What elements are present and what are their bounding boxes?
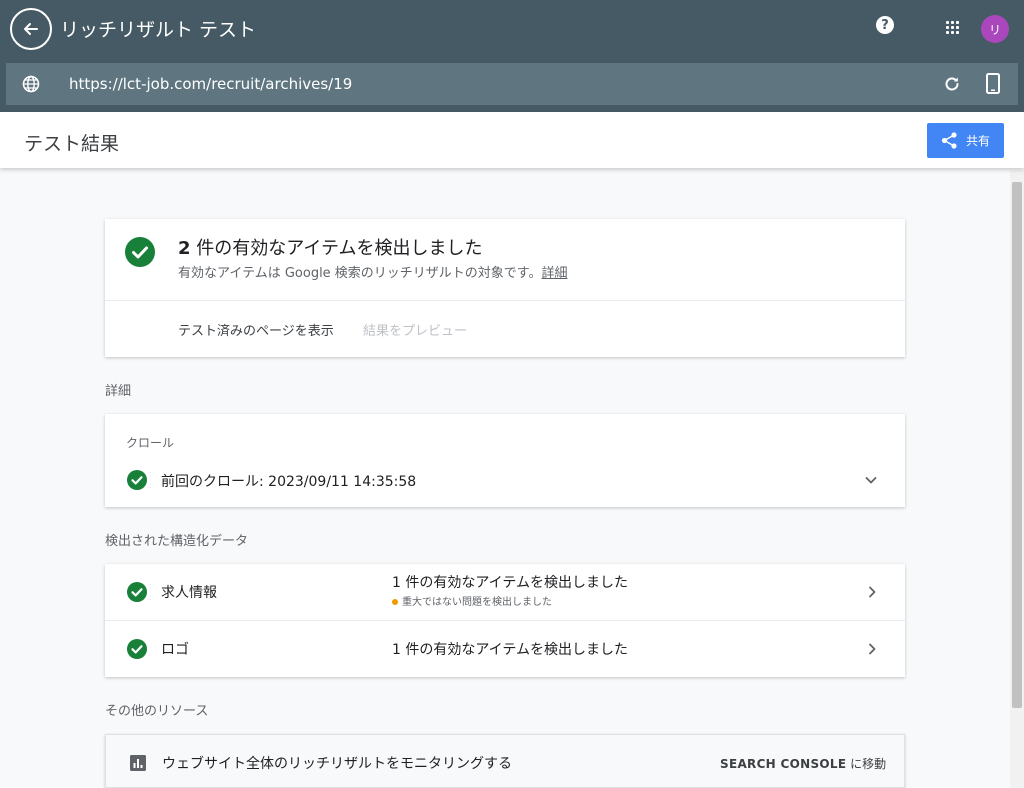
share-button[interactable]: 共有 [927,123,1004,158]
chevron-down-icon[interactable] [864,473,878,487]
item-status: 1 件の有効なアイテムを検出しました [392,575,628,591]
summary-subtext: 有効なアイテムは Google 検索のリッチリザルトの対象です。詳細 [178,262,568,281]
summary-heading: 2 件の有効なアイテムを検出しました [178,234,482,260]
divider [105,300,905,301]
monitor-rich-results-text: ウェブサイト全体のリッチリザルトをモニタリングする [162,756,512,772]
item-status: 1 件の有効なアイテムを検出しました [392,642,628,658]
app-title: リッチリザルト テスト [60,19,257,41]
check-circle-icon [127,470,147,490]
item-warning-text: 重大ではない問題を検出しました [402,597,552,608]
rich-results-app: リッチリザルト テスト ? リ https://lct-job.com/recr… [0,0,1024,788]
bar-chart-icon [130,755,146,771]
last-crawl-text: 前回のクロール: 2023/09/11 14:35:58 [161,474,417,490]
resources-card[interactable]: ウェブサイト全体のリッチリザルトをモニタリングする SEARCH CONSOLE… [105,734,905,788]
chevron-right-icon[interactable] [865,642,879,656]
details-link[interactable]: 詳細 [542,266,568,281]
check-circle-icon [127,582,147,602]
search-console-link[interactable]: SEARCH CONSOLE に移動 [720,755,886,772]
apps-grid-icon[interactable] [946,21,960,35]
share-icon [941,132,957,149]
section-other-resources: その他のリソース [105,704,209,719]
summary-heading-text: 件の有効なアイテムを検出しました [190,238,483,259]
back-button[interactable] [10,8,52,50]
warning-dot-icon [392,599,398,605]
page-title: テスト結果 [24,133,120,155]
check-circle-icon [127,639,147,659]
section-details: 詳細 [105,384,132,399]
check-circle-icon [125,237,155,267]
scrollbar[interactable] [1010,170,1024,788]
crawl-label: クロール [126,436,175,450]
valid-item-count: 2 [178,238,191,259]
results-header: テスト結果 共有 [0,112,1024,168]
view-tested-page-button[interactable]: テスト済みのページを表示 [178,320,334,339]
summary-card: 2 件の有効なアイテムを検出しました 有効なアイテムは Google 検索のリッ… [105,219,905,357]
crawl-card[interactable]: クロール 前回のクロール: 2023/09/11 14:35:58 [105,414,905,507]
chevron-right-icon[interactable] [865,585,879,599]
item-warning: 重大ではない問題を検出しました [392,593,552,608]
item-type-label: ロゴ [161,642,189,658]
search-console-suffix: に移動 [846,757,887,771]
mobile-device-icon[interactable] [986,73,1000,94]
scrollbar-thumb[interactable] [1012,182,1022,708]
structured-item-logo[interactable]: ロゴ 1 件の有効なアイテムを検出しました [105,621,905,677]
reload-icon[interactable] [942,74,962,94]
help-icon[interactable]: ? [876,16,894,34]
globe-icon [22,75,40,93]
summary-subtext-body: 有効なアイテムは Google 検索のリッチリザルトの対象です。 [178,266,542,281]
structured-data-card: 求人情報 1 件の有効なアイテムを検出しました 重大ではない問題を検出しました … [105,564,905,677]
preview-results-button[interactable]: 結果をプレビュー [363,320,467,339]
structured-item-jobposting[interactable]: 求人情報 1 件の有効なアイテムを検出しました 重大ではない問題を検出しました [105,564,905,621]
top-bar: リッチリザルト テスト ? リ https://lct-job.com/recr… [0,0,1024,112]
share-label: 共有 [965,134,990,148]
account-avatar[interactable]: リ [981,15,1009,43]
item-type-label: 求人情報 [161,585,217,601]
url-bar: https://lct-job.com/recruit/archives/19 [6,63,1018,105]
tested-url[interactable]: https://lct-job.com/recruit/archives/19 [69,75,352,93]
section-structured-data: 検出された構造化データ [105,534,249,549]
back-arrow-icon [24,23,38,35]
search-console-label: SEARCH CONSOLE [720,757,847,771]
